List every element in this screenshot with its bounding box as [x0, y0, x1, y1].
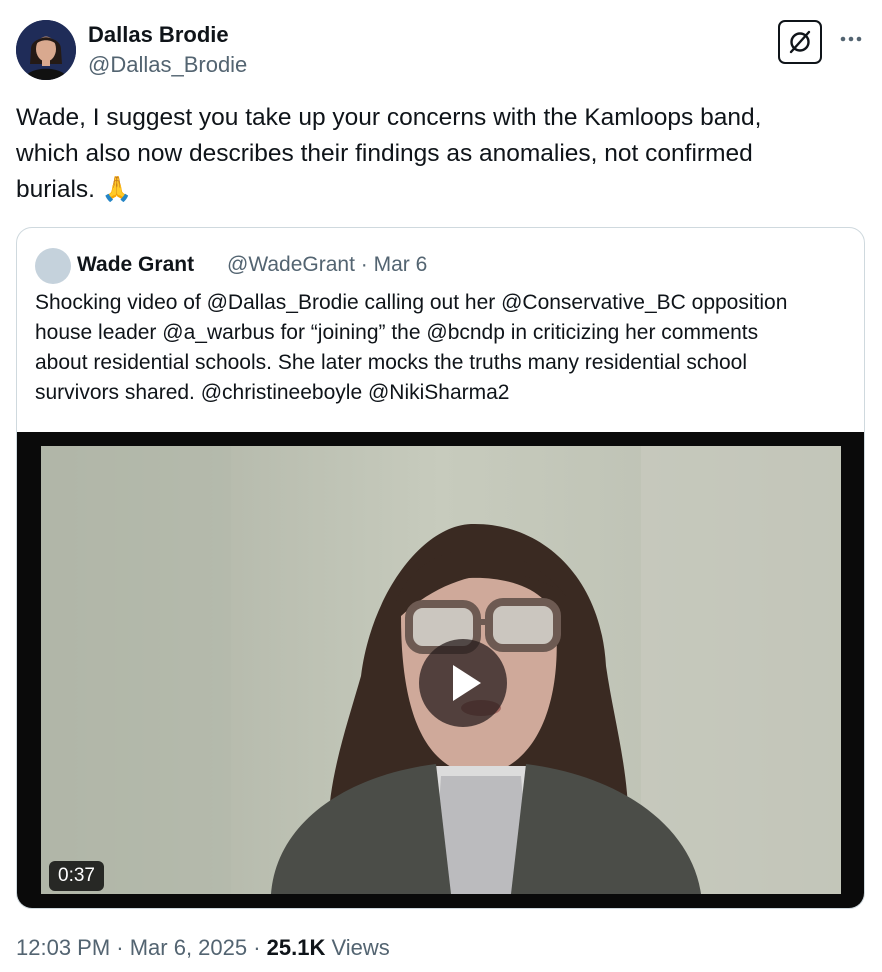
quoted-text-line: survivors shared. @christineeboyle @Niki…: [35, 381, 510, 404]
play-icon: [453, 665, 481, 701]
quoted-tweet-text: Shocking video of @Dallas_Brodie calling…: [35, 288, 855, 408]
more-options-button[interactable]: [836, 24, 866, 54]
grok-button[interactable]: [778, 20, 822, 64]
play-button[interactable]: [419, 639, 507, 727]
quoted-text-line: about residential schools. She later moc…: [35, 351, 748, 374]
tweet-text-line: which also now describes their findings …: [16, 140, 753, 167]
views-label: Views: [325, 935, 390, 960]
more-icon: [840, 36, 862, 42]
tweet-timestamp: 12:03 PM · Mar 6, 2025 · 25.1K Views: [16, 935, 390, 961]
author-name[interactable]: Dallas Brodie: [88, 22, 229, 48]
video-player[interactable]: 0:37: [17, 432, 864, 908]
author-avatar[interactable]: [16, 20, 76, 80]
quoted-tweet[interactable]: Wade Grant @WadeGrant · Mar 6 Shocking v…: [16, 227, 865, 909]
tweet-text: Wade, I suggest you take up your concern…: [16, 100, 846, 208]
post-time[interactable]: 12:03 PM · Mar 6, 2025 ·: [16, 935, 267, 960]
quoted-author-meta: @WadeGrant · Mar 6: [227, 253, 428, 276]
tweet-text-line: burials. 🙏: [16, 176, 133, 203]
quoted-author-avatar[interactable]: [35, 248, 71, 284]
views-count[interactable]: 25.1K: [267, 935, 326, 960]
quoted-text-line: house leader @a_warbus for “joining” the…: [35, 321, 759, 344]
tweet-text-line: Wade, I suggest you take up your concern…: [16, 104, 762, 131]
quoted-author-name[interactable]: Wade Grant: [77, 253, 194, 277]
tweet-header: Dallas Brodie @Dallas_Brodie: [16, 18, 866, 82]
video-thumbnail[interactable]: 0:37: [41, 446, 841, 894]
video-duration-badge: 0:37: [49, 861, 104, 891]
author-handle[interactable]: @Dallas_Brodie: [88, 52, 247, 78]
quoted-text-line: Shocking video of @Dallas_Brodie calling…: [35, 291, 788, 314]
grok-icon: [789, 30, 811, 54]
